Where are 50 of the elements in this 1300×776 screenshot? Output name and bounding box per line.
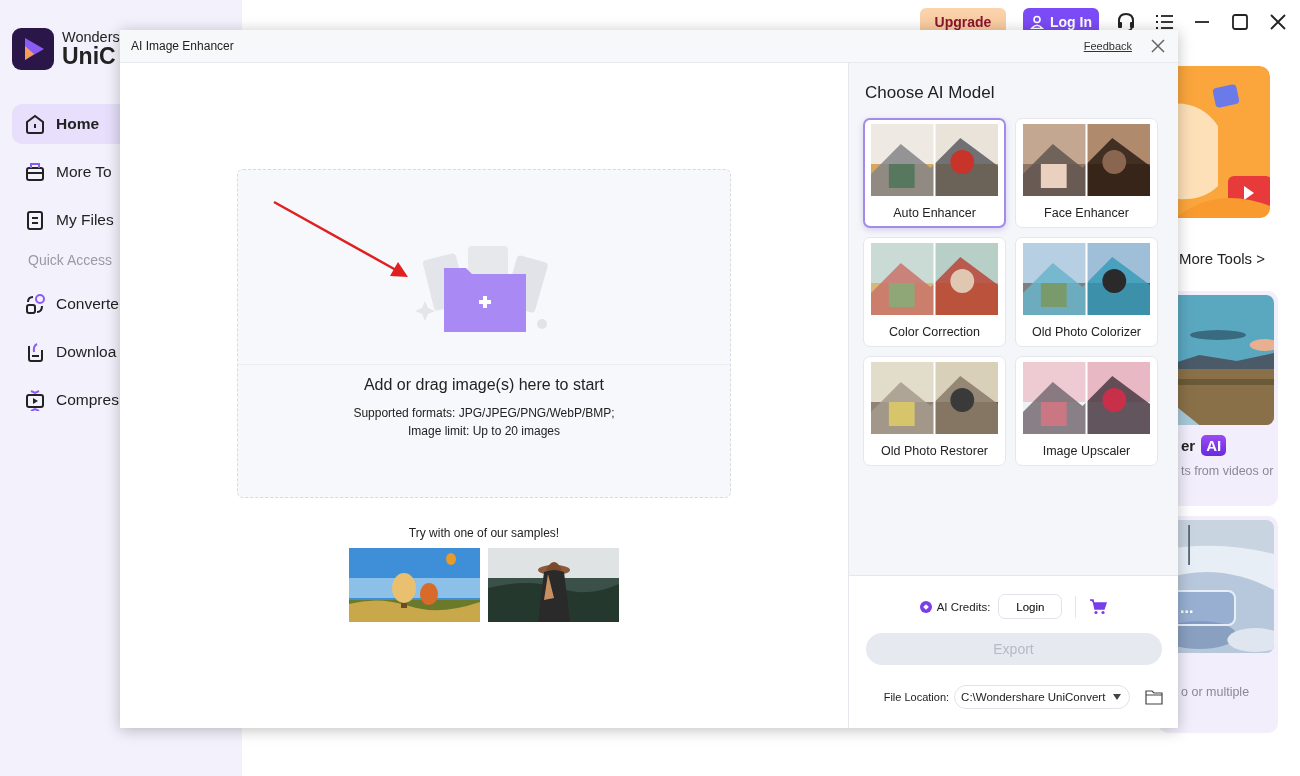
- limit-text: Image limit: Up to 20 images: [406, 423, 562, 440]
- model-card[interactable]: Auto Enhancer: [863, 118, 1006, 228]
- brand-name: Wonders: [62, 30, 120, 45]
- tools-icon: [24, 161, 46, 183]
- model-label: Old Photo Restorer: [881, 444, 988, 458]
- location-label: File Location:: [883, 691, 950, 703]
- model-label: Image Upscaler: [1042, 444, 1131, 458]
- section-label: Quick Access: [28, 252, 114, 268]
- cart-icon[interactable]: [1089, 598, 1108, 615]
- caret-icon: [1113, 694, 1122, 700]
- samples-label: Try with one of our samples!: [408, 526, 560, 540]
- drop-zone[interactable]: Add or drag image(s) here to start Supported formats: JPG/JPEG/PNG/WebP/BMP; Image limit: Up to 20 images: [237, 169, 731, 498]
- compress-icon: [24, 389, 46, 411]
- dialog-title: AI Image Enhancer: [131, 39, 235, 53]
- sidebar-item[interactable]: Home: [12, 104, 120, 144]
- drop-title: Add or drag image(s) here to start: [362, 376, 606, 394]
- panel-title: Choose AI Model: [865, 83, 996, 103]
- card-description: o or multiple: [1181, 685, 1251, 699]
- maximize-icon[interactable]: [1229, 11, 1251, 33]
- credits-label: AI Credits:: [936, 600, 991, 613]
- convert-icon: [24, 293, 46, 315]
- card-title: er: [1181, 437, 1196, 454]
- model-card[interactable]: Old Photo Colorizer: [1015, 237, 1158, 347]
- folder-icon[interactable]: [1145, 689, 1164, 705]
- model-card[interactable]: Image Upscaler: [1015, 356, 1158, 466]
- feedback-link[interactable]: Feedback: [1083, 40, 1132, 52]
- model-label: Auto Enhancer: [893, 206, 976, 220]
- sidebar-item[interactable]: Compres: [12, 380, 120, 420]
- model-card[interactable]: Face Enhancer: [1015, 118, 1158, 228]
- sidebar-item[interactable]: My Files: [12, 200, 120, 240]
- sidebar-item[interactable]: Downloa: [12, 332, 120, 372]
- model-label: Old Photo Colorizer: [1031, 325, 1142, 339]
- model-card[interactable]: Color Correction: [863, 237, 1006, 347]
- sidebar-item[interactable]: More To: [12, 152, 120, 192]
- credits-icon: [919, 600, 932, 613]
- login-button[interactable]: Login: [998, 594, 1063, 619]
- sidebar-item[interactable]: Converte: [12, 284, 120, 324]
- headset-icon[interactable]: [1115, 11, 1137, 33]
- card-description: ts from videos or: [1181, 464, 1274, 478]
- logo-icon: [12, 28, 54, 70]
- product-name: UniC: [62, 44, 117, 68]
- home-icon: [24, 113, 46, 135]
- model-label: Face Enhancer: [1044, 206, 1129, 220]
- ai-badge: AI: [1201, 435, 1227, 456]
- files-icon: [24, 209, 46, 231]
- model-label: Color Correction: [889, 325, 980, 339]
- formats-text: Supported formats: JPG/JPEG/PNG/WebP/BMP;: [352, 405, 616, 422]
- more-tools-link[interactable]: More Tools >: [1179, 250, 1278, 267]
- location-dropdown[interactable]: C:\Wondershare UniConvert: [954, 685, 1131, 709]
- model-card[interactable]: Old Photo Restorer: [863, 356, 1006, 466]
